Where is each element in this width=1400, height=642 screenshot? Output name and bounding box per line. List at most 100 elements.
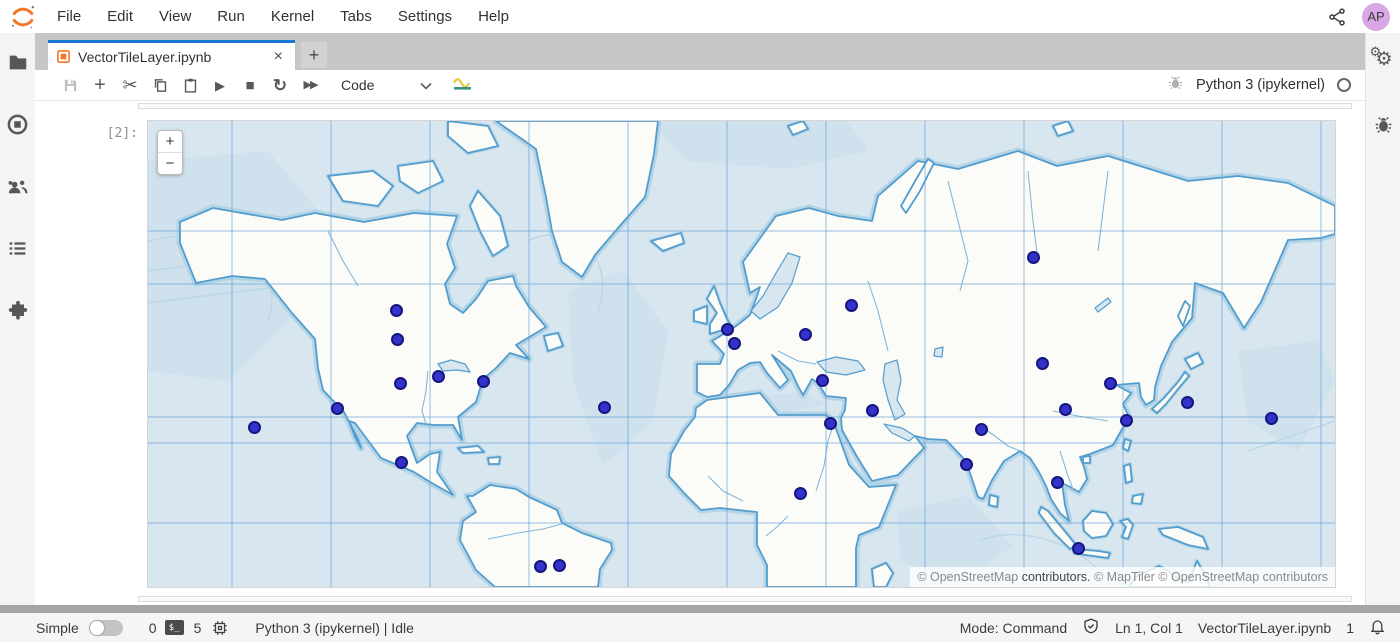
debugger-icon[interactable]	[1366, 112, 1400, 136]
command-mode-indicator[interactable]: Mode: Command	[960, 620, 1067, 636]
map-marker[interactable]	[1059, 403, 1072, 416]
cursor-position[interactable]: Ln 1, Col 1	[1115, 620, 1183, 636]
restart-kernel-icon[interactable]: ↻	[265, 71, 295, 99]
zoom-in-button[interactable]: +	[158, 131, 182, 152]
menu-bar: FileEditViewRunKernelTabsSettingsHelp AP	[0, 0, 1400, 33]
collaboration-users-icon[interactable]	[0, 174, 35, 198]
map-marker[interactable]	[845, 299, 858, 312]
statusbar-filename: VectorTileLayer.ipynb	[1198, 620, 1331, 636]
menu-item-kernel[interactable]: Kernel	[258, 8, 327, 25]
notebook-toolbar: + ✂ ▶ ■ ↻ ▶▶ Code	[35, 70, 1365, 101]
toolbar-right: Python 3 (ipykernel)	[1167, 74, 1351, 96]
copy-cells-icon[interactable]	[145, 71, 175, 99]
tab-vectortilelayer[interactable]: VectorTileLayer.ipynb ×	[48, 40, 295, 70]
map-marker[interactable]	[824, 417, 837, 430]
trusted-shield-icon[interactable]	[1082, 617, 1100, 638]
menu-items: FileEditViewRunKernelTabsSettingsHelp	[44, 8, 522, 25]
run-cell-icon[interactable]: ▶	[205, 71, 235, 99]
map-marker[interactable]	[960, 458, 973, 471]
menu-item-help[interactable]: Help	[465, 8, 522, 25]
tab-close-icon[interactable]: ×	[270, 48, 287, 66]
map-marker[interactable]	[598, 401, 611, 414]
cell-type-dropdown[interactable]: Code	[341, 77, 432, 93]
right-sidebar: ⚙⚙	[1365, 33, 1400, 605]
menu-item-settings[interactable]: Settings	[385, 8, 465, 25]
avatar[interactable]: AP	[1362, 3, 1390, 31]
map-marker[interactable]	[1051, 476, 1064, 489]
jupyter-logo-icon	[8, 3, 38, 31]
map-marker[interactable]	[1072, 542, 1085, 555]
save-icon[interactable]	[55, 71, 85, 99]
notifications-count: 1	[1346, 620, 1354, 636]
map-marker[interactable]	[1104, 377, 1117, 390]
simple-mode-label: Simple	[36, 620, 79, 636]
map-marker[interactable]	[331, 402, 344, 415]
map-marker[interactable]	[1027, 251, 1040, 264]
map-marker[interactable]	[395, 456, 408, 469]
map-marker[interactable]	[534, 560, 547, 573]
map-marker[interactable]	[553, 559, 566, 572]
map-marker[interactable]	[866, 404, 879, 417]
kernel-status-icon[interactable]	[1337, 78, 1351, 92]
file-browser-icon[interactable]	[0, 50, 35, 74]
map-marker[interactable]	[1181, 396, 1194, 409]
map-marker[interactable]	[1036, 357, 1049, 370]
map-marker[interactable]	[390, 304, 403, 317]
left-sidebar	[0, 33, 36, 605]
terminals-count: 0	[149, 620, 157, 636]
chevron-down-icon	[420, 77, 432, 93]
menu-item-run[interactable]: Run	[204, 8, 258, 25]
jupyterlab-window: FileEditViewRunKernelTabsSettingsHelp AP	[0, 0, 1400, 642]
map-marker[interactable]	[721, 323, 734, 336]
map-marker[interactable]	[477, 375, 490, 388]
debugger-bug-icon[interactable]	[1167, 74, 1184, 96]
kernel-name[interactable]: Python 3 (ipykernel)	[1196, 77, 1325, 93]
simple-mode-toggle[interactable]	[89, 620, 123, 636]
map-marker[interactable]	[799, 328, 812, 341]
wave-extension-icon[interactable]	[452, 75, 474, 96]
menu-item-edit[interactable]: Edit	[94, 8, 146, 25]
tab-title: VectorTileLayer.ipynb	[78, 49, 270, 65]
kernel-status-text[interactable]: Python 3 (ipykernel) | Idle	[255, 620, 414, 636]
kernels-count: 5	[194, 620, 202, 636]
toggle-knob	[90, 621, 104, 635]
map-marker[interactable]	[391, 333, 404, 346]
bottom-divider	[0, 605, 1400, 613]
attribution-contributors-link[interactable]: contributors.	[1022, 570, 1091, 584]
paste-cells-icon[interactable]	[175, 71, 205, 99]
status-bar: Simple 0 $_ 5 Python 3 (ipykernel) | Idl…	[0, 613, 1400, 642]
property-inspector-icon[interactable]: ⚙⚙	[1366, 50, 1400, 74]
execution-prompt: [2]:	[96, 126, 138, 141]
map-marker[interactable]	[1120, 414, 1133, 427]
attribution-osm[interactable]: © OpenStreetMap	[917, 570, 1021, 584]
cut-cells-icon[interactable]: ✂	[115, 71, 145, 99]
map-attribution: © OpenStreetMap contributors. © MapTiler…	[910, 567, 1335, 587]
statusbar-left: Simple 0 $_ 5 Python 3 (ipykernel) | Idl…	[36, 619, 414, 637]
next-cell-edge[interactable]	[138, 596, 1352, 602]
zoom-out-button[interactable]: −	[158, 152, 182, 174]
attribution-maptiler[interactable]: © MapTiler © OpenStreetMap contributors	[1091, 570, 1329, 584]
previous-cell-edge[interactable]	[138, 103, 1352, 109]
restart-run-all-icon[interactable]: ▶▶	[295, 71, 325, 99]
map-marker[interactable]	[816, 374, 829, 387]
bell-icon[interactable]	[1369, 617, 1386, 638]
map-marker[interactable]	[432, 370, 445, 383]
menu-item-tabs[interactable]: Tabs	[327, 8, 385, 25]
menu-item-file[interactable]: File	[44, 8, 94, 25]
interrupt-kernel-icon[interactable]: ■	[235, 71, 265, 99]
new-tab-button[interactable]: +	[301, 42, 327, 68]
share-icon[interactable]	[1326, 6, 1348, 28]
map-output[interactable]: + − © OpenStreetMap contributors. © MapT…	[148, 121, 1335, 587]
extension-manager-icon[interactable]	[0, 298, 35, 322]
map-marker[interactable]	[1265, 412, 1278, 425]
map-marker[interactable]	[794, 487, 807, 500]
map-zoom-control: + −	[157, 130, 183, 175]
add-cell-icon[interactable]: +	[85, 71, 115, 99]
map-marker[interactable]	[728, 337, 741, 350]
map-marker[interactable]	[248, 421, 261, 434]
map-marker[interactable]	[394, 377, 407, 390]
running-kernels-icon[interactable]	[0, 112, 35, 136]
map-marker[interactable]	[975, 423, 988, 436]
menu-item-view[interactable]: View	[146, 8, 204, 25]
table-of-contents-icon[interactable]	[0, 236, 35, 260]
